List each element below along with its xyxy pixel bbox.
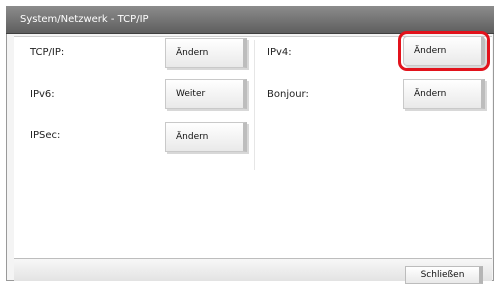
ipv6-label: IPv6: bbox=[30, 89, 55, 100]
bonjour-label: Bonjour: bbox=[267, 89, 309, 100]
close-button[interactable]: Schließen bbox=[405, 266, 483, 284]
window-title: System/Netzwerk - TCP/IP bbox=[20, 14, 149, 25]
settings-panel bbox=[14, 36, 492, 258]
title-bar: System/Netzwerk - TCP/IP bbox=[6, 6, 494, 34]
tcpip-label: TCP/IP: bbox=[30, 47, 65, 58]
ipv4-change-button[interactable]: Ändern bbox=[398, 31, 490, 71]
ipsec-label: IPSec: bbox=[30, 130, 61, 141]
ipsec-change-button[interactable]: Ändern bbox=[165, 122, 247, 152]
ipv4-label: IPv4: bbox=[267, 47, 292, 58]
column-divider bbox=[254, 40, 255, 170]
tcpip-change-button[interactable]: Ändern bbox=[165, 38, 247, 68]
bonjour-change-button[interactable]: Ändern bbox=[403, 79, 485, 109]
ipv6-next-button[interactable]: Weiter bbox=[165, 79, 247, 109]
